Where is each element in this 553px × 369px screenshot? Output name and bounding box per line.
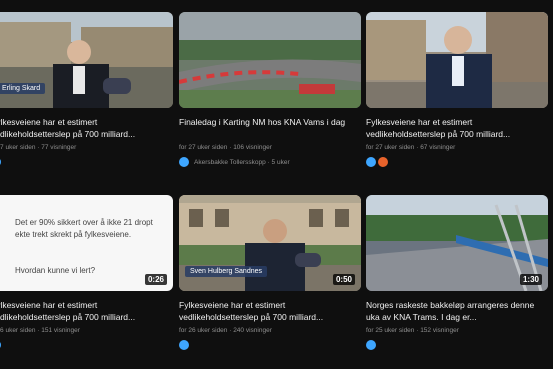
- video-thumbnail[interactable]: Sven Hulberg Sandnes 0:50: [179, 195, 361, 291]
- video-duration: 0:50: [332, 274, 355, 285]
- channel-row[interactable]: [366, 339, 376, 351]
- name-overlay: Erling Skard: [0, 83, 46, 94]
- video-title[interactable]: Norges raskeste bakkeløp arrangeres denn…: [366, 299, 548, 323]
- video-title[interactable]: Finaledag i Karting NM hos KNA Vams i da…: [179, 116, 361, 128]
- channel-row[interactable]: [366, 156, 388, 168]
- video-meta: for 27 uker siden · 67 visninger: [366, 144, 456, 151]
- video-duration: 0:26: [144, 274, 167, 285]
- thumbnail-text: Det er 90% sikkert over å ikke 21 dropt …: [15, 218, 153, 239]
- video-thumbnail[interactable]: [366, 12, 548, 108]
- channel-row[interactable]: [0, 156, 1, 168]
- channel-avatar: [0, 157, 1, 167]
- video-thumbnail[interactable]: [179, 12, 361, 108]
- channel-avatar: [366, 157, 376, 167]
- thumbnail-image: [179, 12, 361, 108]
- name-overlay: Sven Hulberg Sandnes: [185, 266, 267, 277]
- video-meta: for 26 uker siden · 240 visninger: [179, 327, 272, 334]
- channel-row[interactable]: [0, 339, 1, 351]
- video-title[interactable]: Fylkesveiene har et estimert vedlikehold…: [0, 299, 173, 323]
- channel-avatar: [0, 340, 1, 350]
- video-duration: 1:30: [519, 274, 542, 285]
- video-title[interactable]: Fylkesveiene har et estimert vedlikehold…: [366, 116, 548, 140]
- channel-avatar: [179, 157, 189, 167]
- video-meta: for 27 uker siden · 106 visninger: [179, 144, 272, 151]
- video-meta: 2 26 uker siden · 151 visninger: [0, 327, 80, 334]
- video-meta: 2 27 uker siden · 77 visninger: [0, 144, 77, 151]
- video-thumbnail[interactable]: 1:30: [366, 195, 548, 291]
- video-title[interactable]: Fylkesveiene har et estimert vedlikehold…: [179, 299, 361, 323]
- video-thumbnail[interactable]: Erling Skard: [0, 12, 173, 108]
- thumbnail-image: [366, 12, 548, 108]
- video-title[interactable]: Fylkesveiene har et estimert vedlikehold…: [0, 116, 173, 140]
- video-thumbnail[interactable]: Det er 90% sikkert over å ikke 21 dropt …: [0, 195, 173, 291]
- channel-avatar: [366, 340, 376, 350]
- video-meta: for 25 uker siden · 152 visninger: [366, 327, 459, 334]
- channel-avatar: [179, 340, 189, 350]
- channel-name: Akersbakke Tollersskopp · 5 uker: [194, 158, 290, 166]
- channel-row[interactable]: Akersbakke Tollersskopp · 5 uker: [179, 156, 290, 168]
- channel-avatar-secondary: [378, 157, 388, 167]
- thumbnail-question: Hvordan kunne vi lert?: [15, 266, 96, 275]
- channel-row[interactable]: [179, 339, 189, 351]
